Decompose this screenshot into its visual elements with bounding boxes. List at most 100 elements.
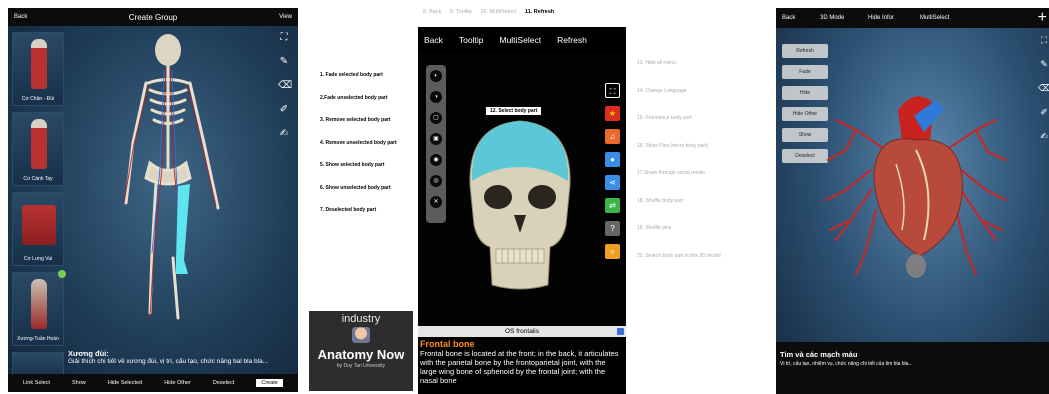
thumbnail-label: Cơ Cánh Tay xyxy=(23,176,53,182)
page-title: Create Group xyxy=(128,12,178,22)
annotation-label: 20. Search body part in this 3D model xyxy=(637,252,721,259)
skull-viewer-panel: Back Tooltip MultiSelect Refresh ◐ ◑ ▢ ▣… xyxy=(418,27,626,394)
create-group-panel: Back Create Group View Cơ Chân - Đùi Cơ … xyxy=(8,8,298,392)
body-figure-icon xyxy=(22,205,56,245)
language-flag-icon[interactable]: ★ xyxy=(605,106,620,121)
remove-unselected-icon[interactable]: ▣ xyxy=(430,133,442,145)
highlighter-icon[interactable]: ✐ xyxy=(278,104,290,116)
hide-other-button[interactable]: Hide Other xyxy=(164,380,191,386)
back-button[interactable]: Back xyxy=(782,15,795,21)
body-figure-icon xyxy=(31,119,47,169)
annotation-label: 6. Show unselected body part xyxy=(320,184,391,191)
left-annotation-list: 1. Fade selected body part 2.Fade unsele… xyxy=(320,72,420,230)
3d-mode-button[interactable]: 3D Mode xyxy=(820,15,844,21)
info-title: Tim và các mạch máu xyxy=(780,350,858,359)
description-title: Frontal bone xyxy=(420,339,475,349)
hide-infor-button[interactable]: Hide Infor xyxy=(868,15,894,21)
annotation-label: 2.Fade unselected body part xyxy=(320,94,388,101)
tab-refresh[interactable]: 11. Refresh xyxy=(525,9,554,15)
app-logo: industry Anatomy Now by Duy Tan Universi… xyxy=(309,311,413,391)
viewer-menu-bar: Back Tooltip MultiSelect Refresh xyxy=(418,27,626,53)
heart-viewer-panel: Back 3D Mode Hide Infor MultiSelect + Re… xyxy=(776,8,1049,394)
thumbnail-label: Xương-Tuần Hoàn xyxy=(17,336,59,342)
annotation-label: 5. Show selected body part xyxy=(320,162,385,168)
annotation-label: 17.Share through social media xyxy=(637,170,705,176)
multiselect-button[interactable]: MultiSelect xyxy=(920,15,949,21)
fade-selected-icon[interactable]: ◐ xyxy=(430,70,442,82)
annotation-label: 14. Change Language xyxy=(637,87,687,94)
info-footer: Tim và các mạch máu Vị trí, cấu tạo, nhi… xyxy=(776,342,1049,394)
info-icon[interactable] xyxy=(617,328,624,335)
tab-multiselect[interactable]: 10. MultiSelect xyxy=(480,9,516,15)
fade-button[interactable]: Fade xyxy=(782,65,828,79)
bottom-toolbar: Link Select Show Hide Selected Hide Othe… xyxy=(8,374,298,392)
logo-face-icon xyxy=(352,327,370,343)
edit-note-icon[interactable]: ✍ xyxy=(1038,130,1049,142)
back-button[interactable]: Back xyxy=(424,35,443,45)
info-box: Xương đùi: Giải thích chi tiết về xương … xyxy=(68,350,290,366)
thumbnail-item[interactable]: Cơ Lưng Vai xyxy=(12,192,64,266)
hide-selected-button[interactable]: Hide Selected xyxy=(108,380,142,386)
pencil-icon[interactable]: ✎ xyxy=(1038,58,1049,70)
link-select-button[interactable]: Link Select xyxy=(23,380,50,386)
deselect-button[interactable]: Deselect xyxy=(213,380,234,386)
pencil-icon[interactable]: ✎ xyxy=(278,56,290,68)
edit-note-icon[interactable]: ✍ xyxy=(278,128,290,140)
info-subtitle: Vị trí, cấu tạo, nhiệm vụ, chức năng chi… xyxy=(780,361,913,367)
thumbnail-item[interactable]: Cơ Chân - Đùi xyxy=(12,32,64,106)
tab-tooltip[interactable]: 9. Tooltip xyxy=(450,9,472,15)
annotation-label: 16. Show Pins (micro body part) xyxy=(637,142,709,149)
viewer-stage[interactable]: ◐ ◑ ▢ ▣ ◉ ◎ ✕ 12. Select body part ⛶ ★ ♫… xyxy=(418,53,626,353)
annotation-label: 4. Remove unselected body part xyxy=(320,139,397,146)
shuffle-pins-icon[interactable]: ? xyxy=(605,221,620,236)
right-action-column: ⛶ ★ ♫ ● ⋖ ⇄ ? ⌕ xyxy=(605,83,621,267)
annotation-label: 3. Remove selected body part xyxy=(320,117,391,123)
group-thumbnail-list[interactable]: Cơ Chân - Đùi Cơ Cánh Tay Cơ Lưng Vai Xư… xyxy=(12,32,66,384)
show-selected-icon[interactable]: ◉ xyxy=(430,154,442,166)
focus-icon[interactable]: ⛶ xyxy=(1038,34,1049,46)
view-button[interactable]: View xyxy=(279,14,292,20)
back-button[interactable]: Back xyxy=(14,14,27,20)
search-icon[interactable]: ⌕ xyxy=(605,244,620,259)
shuffle-body-icon[interactable]: ⇄ xyxy=(605,198,620,213)
logo-name: Anatomy Now xyxy=(317,347,405,362)
deselect-icon[interactable]: ✕ xyxy=(430,196,442,208)
annotation-label: 15. Pronounce body part xyxy=(637,115,692,121)
hide-menu-icon[interactable]: ⛶ xyxy=(605,83,620,98)
femur-highlight[interactable] xyxy=(176,184,190,274)
share-icon[interactable]: ⋖ xyxy=(605,175,620,190)
refresh-button[interactable]: Refresh xyxy=(557,35,587,45)
eraser-icon[interactable]: ⌫ xyxy=(1038,82,1049,94)
thumbnail-label: Cơ Lưng Vai xyxy=(23,256,53,262)
focus-icon[interactable]: ⛶ xyxy=(278,32,290,44)
eraser-icon[interactable]: ⌫ xyxy=(278,80,292,92)
tooltip-button[interactable]: Tooltip xyxy=(459,35,484,45)
body-figure-icon xyxy=(31,279,47,329)
remove-selected-icon[interactable]: ▢ xyxy=(430,112,442,124)
add-icon[interactable]: + xyxy=(1038,9,1047,27)
description-text: Frontal bone is located at the front; in… xyxy=(420,349,619,385)
multiselect-button[interactable]: MultiSelect xyxy=(499,35,541,45)
skull-model[interactable] xyxy=(450,115,590,295)
heart-model[interactable] xyxy=(816,80,1016,300)
info-text: Giải thích chi tiết về xương đùi, vị trí… xyxy=(68,358,269,365)
top-bar: Back Create Group View xyxy=(8,8,298,26)
annotation-label: 13. Hide all menu xyxy=(637,60,676,66)
description-box: Frontal bone Frontal bone is located at … xyxy=(420,339,624,386)
highlighter-icon[interactable]: ✐ xyxy=(1038,106,1049,118)
pins-icon[interactable]: ● xyxy=(605,152,620,167)
thumbnail-item[interactable]: Cơ Cánh Tay xyxy=(12,112,64,186)
pronounce-icon[interactable]: ♫ xyxy=(605,129,620,144)
refresh-button[interactable]: Refresh xyxy=(782,44,828,58)
action-toolbar: ◐ ◑ ▢ ▣ ◉ ◎ ✕ xyxy=(426,65,446,223)
skeleton-model[interactable] xyxy=(78,28,268,328)
logo-byline: by Duy Tan University xyxy=(336,363,386,369)
annotation-label: 7. Deselected body part xyxy=(320,207,377,213)
show-unselected-icon[interactable]: ◎ xyxy=(430,175,442,187)
fade-unselected-icon[interactable]: ◑ xyxy=(430,91,442,103)
tab-back[interactable]: 8. Back xyxy=(423,9,441,15)
create-button[interactable]: Create xyxy=(256,379,283,387)
thumbnail-item[interactable]: Xương-Tuần Hoàn xyxy=(12,270,66,346)
show-button[interactable]: Show xyxy=(72,380,86,386)
screenshot-canvas: Back Create Group View Cơ Chân - Đùi Cơ … xyxy=(0,0,1049,394)
